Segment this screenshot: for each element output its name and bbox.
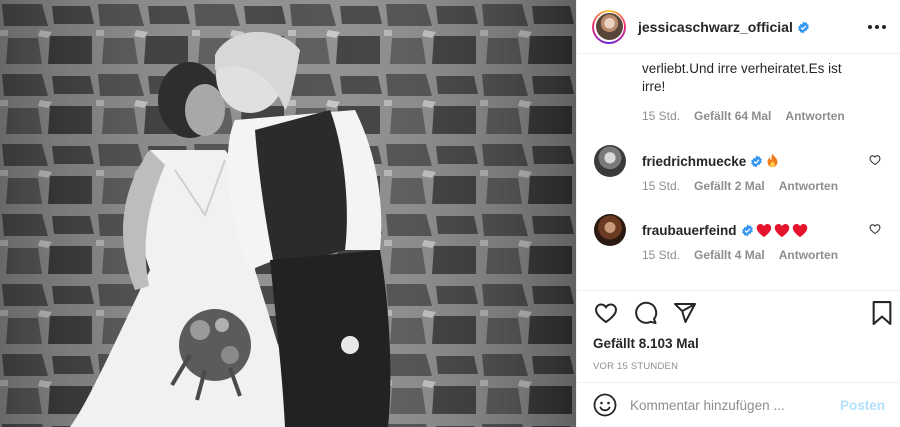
comment-meta: 15 Std. Gefällt 2 Mal Antworten xyxy=(642,179,838,193)
comment-item: fraubauerfeind xyxy=(594,214,886,246)
comment-likes[interactable]: Gefällt 2 Mal xyxy=(694,179,765,193)
comment-avatar[interactable] xyxy=(594,214,626,246)
share-icon[interactable] xyxy=(673,301,697,325)
verified-icon xyxy=(741,224,753,236)
avatar[interactable] xyxy=(592,9,626,44)
wedding-photo-image xyxy=(0,0,576,427)
fire-icon xyxy=(767,153,778,168)
post-actions: Gefällt 8.103 Mal VOR 15 STUNDEN xyxy=(577,290,900,382)
comment-input[interactable] xyxy=(630,397,830,413)
caption-likes[interactable]: Gefällt 64 Mal xyxy=(694,109,771,123)
comment-item: friedrichmuecke xyxy=(594,145,886,177)
heart-icon[interactable] xyxy=(593,301,619,325)
comment-reply-button[interactable]: Antworten xyxy=(779,179,838,193)
avatar-image xyxy=(595,13,623,40)
more-icon[interactable] xyxy=(868,24,886,29)
comment-time: 15 Std. xyxy=(642,248,681,262)
post-side-panel: jessicaschwarz_official verliebt.Und irr… xyxy=(576,0,900,427)
caption-reply-button[interactable]: Antworten xyxy=(785,109,844,123)
author-username[interactable]: jessicaschwarz_official xyxy=(638,19,793,35)
comment-reply-button[interactable]: Antworten xyxy=(779,248,838,262)
post-comment-button[interactable]: Posten xyxy=(840,398,885,413)
bookmark-icon[interactable] xyxy=(871,301,893,326)
comment-username[interactable]: fraubauerfeind xyxy=(642,223,737,238)
comment-like-icon[interactable] xyxy=(869,223,881,235)
verified-icon xyxy=(798,21,809,33)
verified-icon xyxy=(751,155,763,167)
comment-like-icon[interactable] xyxy=(869,154,881,166)
comment-username[interactable]: friedrichmuecke xyxy=(642,154,746,169)
comments-list[interactable]: verliebt.Und irre verheiratet.Es ist irr… xyxy=(577,54,900,290)
comment-meta: 15 Std. Gefällt 4 Mal Antworten xyxy=(642,248,838,262)
comment-avatar[interactable] xyxy=(594,145,626,177)
post-timestamp[interactable]: VOR 15 STUNDEN xyxy=(593,361,678,372)
comment-icon[interactable] xyxy=(633,301,658,325)
likes-count[interactable]: Gefällt 8.103 Mal xyxy=(593,336,699,351)
post-header: jessicaschwarz_official xyxy=(577,0,900,54)
post-photo[interactable] xyxy=(0,0,576,427)
instagram-post-window: jessicaschwarz_official verliebt.Und irr… xyxy=(0,0,900,427)
caption-time: 15 Std. xyxy=(642,109,681,123)
caption-text: verliebt.Und irre verheiratet.Es ist irr… xyxy=(642,61,842,94)
comment-composer: Posten xyxy=(577,382,900,427)
emoji-icon[interactable] xyxy=(593,393,617,417)
comment-time: 15 Std. xyxy=(642,179,681,193)
red-hearts-icon xyxy=(756,223,807,237)
caption-meta: 15 Std. Gefällt 64 Mal Antworten xyxy=(642,109,845,123)
comment-likes[interactable]: Gefällt 4 Mal xyxy=(694,248,765,262)
